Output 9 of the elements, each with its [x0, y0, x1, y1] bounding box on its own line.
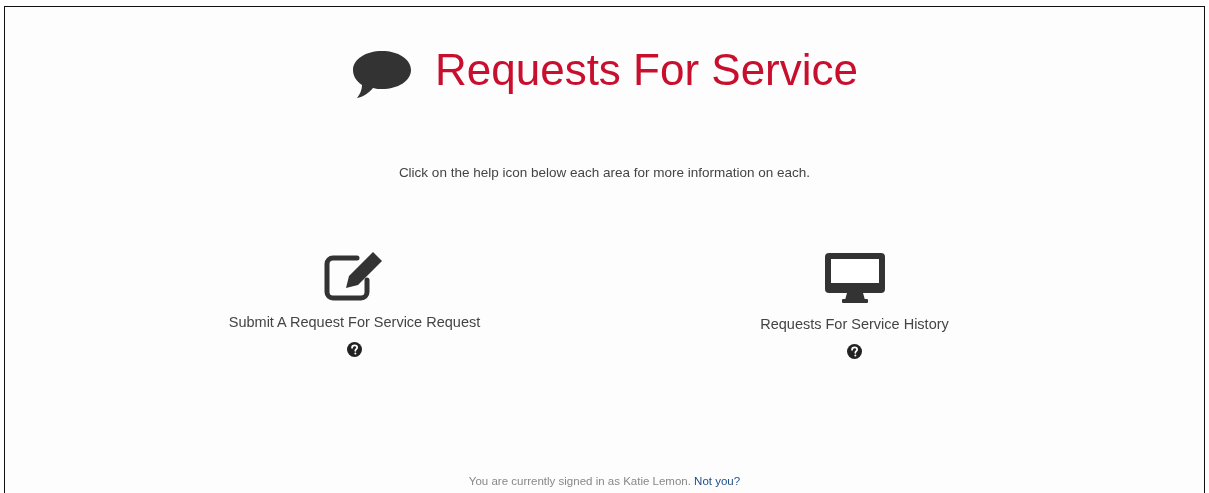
option-label[interactable]: Requests For Service History	[760, 316, 949, 332]
help-icon[interactable]	[847, 344, 862, 359]
help-icon[interactable]	[347, 342, 362, 357]
instructions-text: Click on the help icon below each area for more information on each.	[398, 165, 811, 180]
speech-bubble-icon	[350, 49, 413, 99]
option-label[interactable]: Submit A Request For Service Request	[228, 314, 481, 330]
page-title: Requests For Service	[434, 45, 859, 95]
signed-in-text: You are currently signed in as Katie Lemon.	[468, 475, 691, 487]
not-you-link[interactable]: Not you?	[694, 475, 741, 487]
